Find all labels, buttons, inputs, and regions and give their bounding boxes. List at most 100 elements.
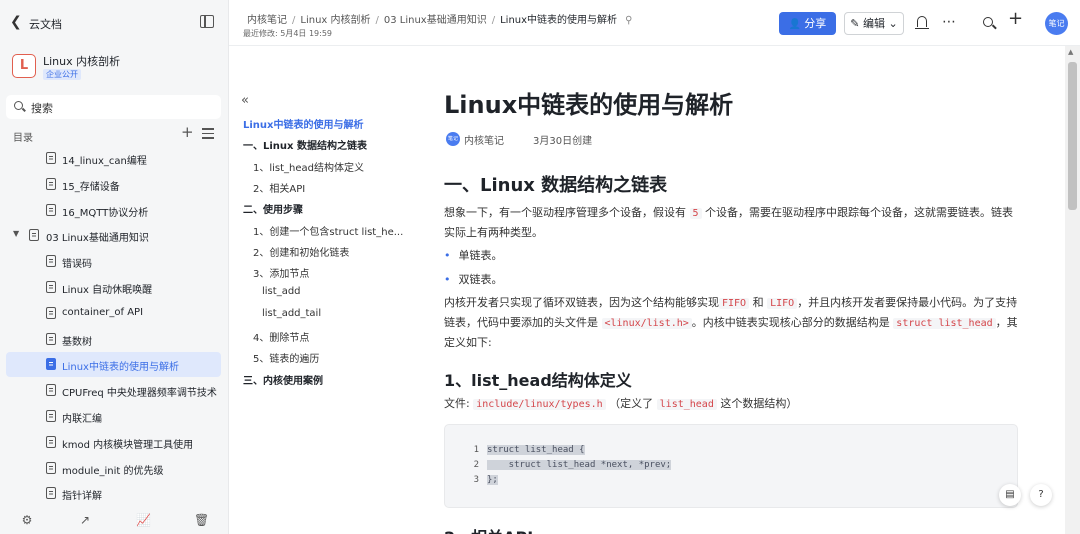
paragraph: 想象一下，有一个驱动程序管理多个设备，假设有 5 个设备，需要在驱动程序中跟踪每… (444, 206, 1014, 239)
tree-doc-item[interactable]: 指针详解 (6, 481, 221, 506)
tree-item-label: 基数树 (62, 336, 92, 348)
tree-item-label: 内联汇编 (62, 414, 102, 425)
edit-button[interactable]: ✎ 编辑 ⌄ (844, 12, 904, 35)
tree-doc-item[interactable]: 15_存储设备 (6, 172, 221, 197)
page-title: Linux中链表的使用与解析 (444, 91, 734, 119)
bell-icon[interactable] (915, 16, 929, 29)
outline-item[interactable]: Linux中链表的使用与解析 (243, 116, 364, 131)
scroll-up-icon[interactable]: ▲ (1068, 48, 1073, 56)
top-header: 内核笔记 / Linux 内核剖析/03 Linux基础通用知识 / Linux中链表的… (229, 0, 1080, 46)
plus-icon[interactable]: + (1008, 10, 1023, 28)
tree-item-label: 错误码 (62, 259, 92, 271)
outline-item[interactable]: list_add (262, 286, 301, 297)
outline-item[interactable]: 一、Linux 数据结构之链表 (243, 137, 367, 152)
code-line: 1 struct list_head { (473, 445, 585, 455)
code-block[interactable]: 1 struct list_head { 2 struct list_head *… (444, 424, 1018, 508)
tree-item-label: 指针详解 (62, 491, 102, 503)
sidebar-footer: ⚙ ↗ 📈 🗑 (0, 506, 229, 534)
search-icon[interactable] (983, 17, 993, 27)
visibility-badge: 企业公开 (43, 69, 81, 80)
document-icon (46, 203, 56, 216)
sidebar-collapse-icon[interactable] (200, 15, 214, 28)
list-item: 单链表。 (444, 247, 503, 263)
gear-icon[interactable]: ⚙ (21, 514, 33, 526)
tree-item-label: 16_MQTT协议分析 (62, 207, 149, 219)
last-modified: 最近修改: 5月4日 19:59 (243, 29, 333, 38)
tree-doc-item[interactable]: Linux 自动休眠唤醒 (6, 275, 221, 300)
share-button[interactable]: 👤 分享 (779, 12, 836, 35)
subsection-heading: 1、list_head结构体定义 (444, 371, 632, 390)
outline-item[interactable]: 2、相关API (253, 180, 305, 195)
tree-item-label: kmod 内核模块管理工具使用 (62, 439, 194, 451)
chart-icon[interactable]: 📈 (136, 514, 151, 526)
document-icon (46, 358, 56, 371)
file-reference: 文件: include/linux/types.h （定义了 list_head… (444, 397, 798, 410)
outline-item[interactable]: 3、添加节点 (253, 265, 309, 280)
sidebar-header: ❮ 云文档 (0, 0, 229, 46)
list-icon[interactable] (202, 128, 214, 139)
add-icon[interactable]: + (181, 125, 194, 140)
code-line: 3}; (473, 475, 498, 485)
document-icon (46, 384, 56, 397)
list-item: 双链表。 (444, 271, 503, 287)
outline-item[interactable]: 1、list_head结构体定义 (253, 159, 364, 174)
search-input[interactable]: 搜索 (6, 95, 221, 119)
outline-item[interactable]: 4、删除节点 (253, 329, 309, 344)
section-heading: 一、Linux 数据结构之链表 (444, 175, 668, 196)
tree-doc-item[interactable]: 错误码 (6, 249, 221, 274)
help-icon[interactable]: ? (1030, 484, 1052, 506)
outline-item[interactable]: list_add_tail (262, 308, 321, 319)
tree-item-label: CPUFreq 中央处理器频率调节技术 (62, 388, 217, 400)
tree-item-label: module_init 的优先级 (62, 465, 164, 477)
scrollbar-thumb[interactable] (1068, 62, 1077, 210)
document-icon (46, 177, 56, 190)
share-icon[interactable]: ↗ (79, 514, 91, 526)
document-icon (46, 152, 56, 164)
search-placeholder: 搜索 (31, 102, 53, 115)
chevron-left-icon[interactable]: ❮ (10, 14, 22, 30)
trash-icon[interactable]: 🗑 (194, 514, 209, 526)
tree-doc-item[interactable]: module_init 的优先级 (6, 456, 221, 481)
breadcrumb-item[interactable]: 03 Linux基础通用知识 (384, 15, 487, 26)
tree-doc-item[interactable]: container_of API (6, 301, 221, 326)
code-line: 2 struct list_head *next, *prev; (473, 460, 672, 470)
author-name[interactable]: 内核笔记 (464, 132, 504, 147)
tree-doc-item[interactable]: kmod 内核模块管理工具使用 (6, 430, 221, 455)
tree-doc-item[interactable]: 基数树 (6, 327, 221, 352)
outline-item[interactable]: 三、内核使用案例 (243, 372, 323, 387)
tree-item-label: Linux中链表的使用与解析 (62, 362, 179, 374)
document-icon (46, 332, 56, 345)
tree-folder[interactable]: ▼ 03 Linux基础通用知识 (6, 223, 221, 248)
outline-item[interactable]: 1、创建一个包含struct list_he... (253, 223, 403, 238)
outline-item[interactable]: 二、使用步骤 (243, 201, 303, 216)
outline-item[interactable]: 5、链表的遍历 (253, 350, 319, 365)
tree-doc-item[interactable]: Linux中链表的使用与解析 (6, 352, 221, 378)
tree-item-label: 03 Linux基础通用知识 (46, 233, 149, 245)
doc-info-icon[interactable]: ▤ (999, 484, 1021, 506)
collapse-outline-icon[interactable]: « (241, 93, 249, 108)
document-content: Linux中链表的使用与解析 笔记 内核笔记 3月30日创建 一、Linux 数… (425, 46, 1065, 534)
tree-doc-item[interactable]: 14_linux_can编程 (6, 146, 221, 171)
created-date: 3月30日创建 (533, 136, 593, 147)
document-icon (46, 487, 56, 500)
breadcrumb-item[interactable]: 内核笔记 (247, 15, 287, 26)
more-icon[interactable]: ⋯ (942, 14, 956, 30)
breadcrumb: 内核笔记 / Linux 内核剖析/03 Linux基础通用知识 / Linux中链表的… (247, 15, 633, 26)
knowledge-base-logo: L (12, 54, 36, 78)
pencil-icon: ✎ (850, 17, 860, 30)
outline-item[interactable]: 2、创建和初始化链表 (253, 244, 349, 259)
scrollbar[interactable]: ▲ (1065, 46, 1080, 534)
breadcrumb-item[interactable]: Linux 内核剖析 (300, 15, 370, 26)
avatar[interactable]: 笔记 (1045, 12, 1068, 35)
paragraph: 内核开发者只实现了循环双链表，因为这个结构能够实现 FIFO 和 LIFO ，并且内… (444, 296, 1018, 349)
tree-doc-item[interactable]: 内联汇编 (6, 404, 221, 429)
knowledge-base-name[interactable]: Linux 内核剖析 (43, 53, 120, 69)
pin-icon[interactable]: ⚲ (625, 15, 632, 26)
document-outline: « Linux中链表的使用与解析 一、Linux 数据结构之链表 1、list_he… (229, 46, 425, 534)
document-icon (46, 281, 56, 293)
chevron-down-icon[interactable]: ▼ (13, 229, 19, 238)
sidebar-title[interactable]: 云文档 (29, 16, 62, 32)
tree-doc-item[interactable]: 16_MQTT协议分析 (6, 198, 221, 223)
search-icon (14, 101, 23, 110)
tree-doc-item[interactable]: CPUFreq 中央处理器频率调节技术 (6, 378, 221, 403)
